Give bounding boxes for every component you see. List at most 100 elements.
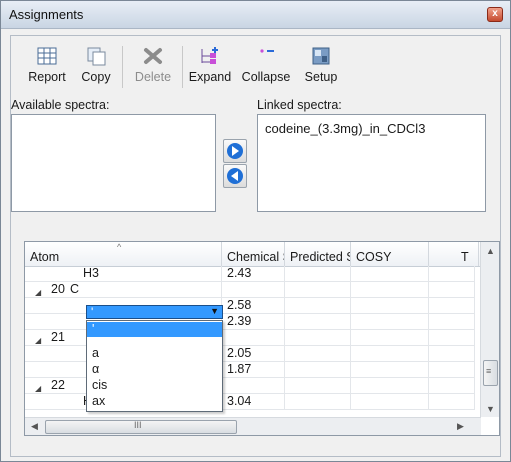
copy-button[interactable]: Copy [73, 44, 119, 90]
shift-cell: 3.04 [222, 394, 285, 410]
horizontal-scrollbar[interactable]: ◀ III ▶ [25, 417, 481, 435]
setup-button[interactable]: Setup [297, 44, 345, 90]
setup-icon [312, 47, 330, 65]
window-title: Assignments [9, 7, 84, 22]
predicted-cell [285, 394, 351, 410]
column-header-chemical-shift[interactable]: Chemical Sl [222, 242, 285, 266]
toolbar-separator [122, 46, 123, 88]
predicted-cell [285, 330, 351, 346]
title-bar[interactable]: Assignments x [1, 1, 510, 29]
column-header-predicted-shift[interactable]: Predicted S [285, 242, 351, 266]
setup-label: Setup [304, 70, 338, 84]
chevron-down-icon[interactable]: ▼ [210, 306, 219, 316]
shift-cell: 1.87 [222, 362, 285, 378]
table-row[interactable]: ◢ 20 C [25, 282, 475, 298]
unlink-spectrum-button[interactable] [223, 164, 247, 188]
shift-cell [222, 378, 285, 394]
scroll-down-icon[interactable]: ▼ [486, 404, 495, 414]
atom-cell: H3 [25, 266, 222, 282]
assignments-window: Assignments x Report Copy Delete Expand … [0, 0, 511, 462]
report-button[interactable]: Report [21, 44, 73, 90]
horizontal-scroll-thumb[interactable]: III [45, 420, 237, 434]
cosy-cell [351, 266, 429, 282]
cosy-cell [351, 314, 429, 330]
shift-cell: 2.05 [222, 346, 285, 362]
column-header-t[interactable]: T [429, 242, 479, 266]
shift-cell [222, 330, 285, 346]
predicted-cell [285, 266, 351, 282]
close-icon: x [492, 8, 498, 19]
available-spectra-list[interactable] [11, 114, 216, 212]
column-header-cosy[interactable]: COSY [351, 242, 429, 266]
vertical-scrollbar[interactable]: ▲ ≡ ▼ [480, 242, 499, 417]
shift-cell: 2.43 [222, 266, 285, 282]
linked-spectrum-item[interactable]: codeine_(3.3mg)_in_CDCl3 [265, 121, 425, 136]
expand-label: Expand [188, 70, 232, 84]
grip-icon: III [134, 420, 142, 430]
t-cell [429, 378, 475, 394]
dropdown-option[interactable]: cis [87, 378, 222, 393]
t-cell [429, 394, 475, 410]
predicted-cell [285, 298, 351, 314]
cosy-cell [351, 362, 429, 378]
predicted-cell [285, 282, 351, 298]
vertical-scroll-thumb[interactable]: ≡ [483, 360, 498, 386]
collapse-triangle-icon[interactable]: ◢ [35, 381, 41, 393]
scroll-right-icon[interactable]: ▶ [457, 421, 464, 432]
atom-cell: ◢ 20 C [25, 282, 222, 298]
scroll-up-icon[interactable]: ▲ [486, 246, 495, 256]
cosy-cell [351, 394, 429, 410]
predicted-cell [285, 362, 351, 378]
toolbar-separator [182, 46, 183, 88]
atom-label-combobox[interactable]: ' ▼ [86, 305, 223, 319]
report-icon [37, 47, 57, 65]
delete-button[interactable]: Delete [127, 44, 179, 90]
t-cell [429, 298, 475, 314]
t-cell [429, 282, 475, 298]
cosy-cell [351, 378, 429, 394]
t-cell [429, 362, 475, 378]
cosy-cell [351, 282, 429, 298]
linked-spectra-list[interactable]: codeine_(3.3mg)_in_CDCl3 [257, 114, 486, 212]
shift-cell: 2.39 [222, 314, 285, 330]
close-button[interactable]: x [487, 7, 503, 22]
collapse-label: Collapse [241, 70, 291, 84]
report-label: Report [28, 70, 66, 84]
atom-number: 21 [51, 330, 65, 344]
cosy-cell [351, 298, 429, 314]
atom-number: 22 [51, 378, 65, 392]
grip-icon: ≡ [486, 366, 492, 376]
combobox-value: ' [91, 305, 94, 319]
table-row[interactable]: H3 2.43 [25, 266, 475, 282]
t-cell [429, 314, 475, 330]
scroll-left-icon[interactable]: ◀ [31, 421, 38, 432]
link-spectrum-button[interactable] [223, 139, 247, 163]
cosy-cell [351, 346, 429, 362]
atom-label: C [70, 282, 80, 296]
predicted-cell [285, 314, 351, 330]
collapse-triangle-icon[interactable]: ◢ [35, 285, 41, 297]
delete-label: Delete [134, 70, 172, 84]
copy-icon [87, 47, 106, 66]
column-header-atom[interactable]: Atom ^ [25, 242, 222, 266]
collapse-button[interactable]: Collapse [237, 44, 295, 90]
expand-button[interactable]: Expand [185, 44, 235, 90]
atom-number: 20 [51, 282, 65, 296]
expand-icon [201, 47, 218, 64]
available-spectra-label: Available spectra: [11, 98, 110, 112]
shift-cell: 2.58 [222, 298, 285, 314]
cosy-cell [351, 330, 429, 346]
t-cell [429, 346, 475, 362]
dropdown-option[interactable]: ' [87, 322, 222, 337]
copy-label: Copy [81, 70, 111, 84]
collapse-triangle-icon[interactable]: ◢ [35, 333, 41, 345]
dropdown-option[interactable]: a [87, 346, 222, 361]
dropdown-option[interactable]: ax [87, 394, 222, 409]
grid-header: Atom ^ Chemical Sl Predicted S COSY T [25, 242, 499, 267]
sort-indicator-icon: ^ [117, 242, 122, 252]
collapse-icon [260, 49, 274, 53]
linked-spectra-label: Linked spectra: [257, 98, 342, 112]
t-cell [429, 266, 475, 282]
dropdown-option[interactable]: α [87, 362, 222, 377]
predicted-cell [285, 346, 351, 362]
